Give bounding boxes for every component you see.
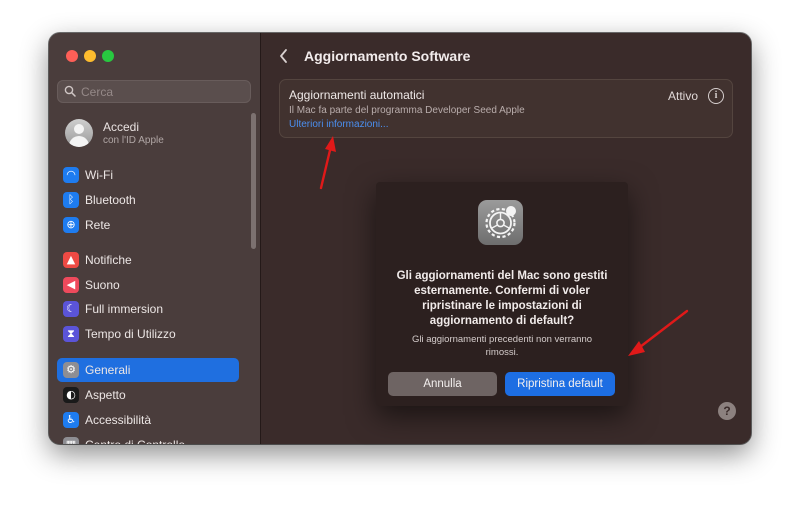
account-subtitle: con l'ID Apple: [103, 135, 164, 146]
sidebar-item-generali[interactable]: ⚙ Generali: [57, 358, 239, 382]
sidebar-item-label: Bluetooth: [85, 193, 136, 207]
sidebar-item-tempo-di-utilizzo[interactable]: ⧗ Tempo di Utilizzo: [57, 322, 239, 346]
settings-gear-icon: [478, 200, 523, 245]
sidebar-item-bluetooth[interactable]: ᛒ Bluetooth: [57, 188, 239, 212]
sidebar-item-accessibilit[interactable]: ♿ Accessibilità: [57, 408, 239, 432]
info-icon[interactable]: i: [708, 88, 724, 104]
sidebar-item-label: Wi-Fi: [85, 168, 113, 182]
cancel-button[interactable]: Annulla: [388, 372, 497, 396]
bluetooth-icon: ᛒ: [63, 192, 79, 208]
appearance-icon: ◐: [63, 387, 79, 403]
developer-seed-note: Il Mac fa parte del programma Developer …: [289, 105, 525, 116]
search-placeholder: Cerca: [81, 85, 114, 99]
apple-id-account[interactable]: Accedi con l'ID Apple: [65, 119, 255, 151]
sidebar-item-aspetto[interactable]: ◐ Aspetto: [57, 383, 239, 407]
automatic-updates-status: Attivo: [668, 89, 699, 103]
sidebar-item-label: Tempo di Utilizzo: [85, 327, 176, 341]
sidebar-item-label: Generali: [85, 363, 131, 377]
bell-icon: ▲: [63, 252, 79, 268]
back-chevron-icon[interactable]: [279, 48, 289, 64]
wifi-icon: ◠: [63, 167, 79, 183]
sidebar-item-label: Aspetto: [85, 388, 126, 402]
restore-default-button[interactable]: Ripristina default: [505, 372, 615, 396]
gear-icon: ⚙: [63, 362, 79, 378]
close-window-button[interactable]: [66, 50, 78, 62]
sidebar-item-label: Full immersion: [85, 302, 164, 316]
more-info-link[interactable]: Ulteriori informazioni...: [289, 119, 388, 130]
account-name: Accedi: [103, 120, 140, 134]
sidebar-item-label: Rete: [85, 218, 111, 232]
sidebar-item-label: Notifiche: [85, 253, 132, 267]
search-icon: [64, 85, 76, 97]
speaker-icon: ◀: [63, 277, 79, 293]
accessibility-icon: ♿: [63, 412, 79, 428]
sidebar-item-centro-di-controllo[interactable]: ▦ Centro di Controllo: [57, 433, 239, 444]
zoom-window-button[interactable]: [102, 50, 114, 62]
hourglass-icon: ⧗: [63, 326, 79, 342]
sidebar-item-notifiche[interactable]: ▲ Notifiche: [57, 248, 239, 272]
sidebar-item-suono[interactable]: ◀ Suono: [57, 273, 239, 297]
sidebar-item-full-immersion[interactable]: ☾ Full immersion: [57, 297, 239, 321]
help-icon[interactable]: ?: [718, 402, 736, 420]
sidebar-item-label: Centro di Controllo: [85, 438, 185, 444]
globe-icon: ⊕: [63, 217, 79, 233]
page-title: Aggiornamento Software: [304, 48, 471, 64]
sidebar: Cerca Accedi con l'ID Apple ◠ Wi-Fi ᛒ Bluet…: [49, 33, 261, 444]
search-input[interactable]: Cerca: [57, 80, 251, 103]
dialog-message: Gli aggiornamenti precedenti non verrann…: [411, 334, 593, 358]
sidebar-item-label: Suono: [85, 278, 120, 292]
moon-icon: ☾: [63, 301, 79, 317]
reset-updates-dialog: Gli aggiornamenti del Mac sono gestiti e…: [376, 182, 628, 406]
automatic-updates-card: Aggiornamenti automatici Il Mac fa parte…: [279, 79, 733, 138]
control-center-icon: ▦: [63, 437, 79, 444]
automatic-updates-title: Aggiornamenti automatici: [289, 88, 425, 102]
minimize-window-button[interactable]: [84, 50, 96, 62]
sidebar-scrollbar[interactable]: [251, 113, 256, 249]
avatar: [65, 119, 93, 147]
sidebar-item-label: Accessibilità: [85, 413, 152, 427]
sidebar-item-rete[interactable]: ⊕ Rete: [57, 213, 239, 237]
sidebar-item-wi-fi[interactable]: ◠ Wi-Fi: [57, 163, 239, 187]
dialog-title: Gli aggiornamenti del Mac sono gestiti e…: [396, 270, 608, 327]
